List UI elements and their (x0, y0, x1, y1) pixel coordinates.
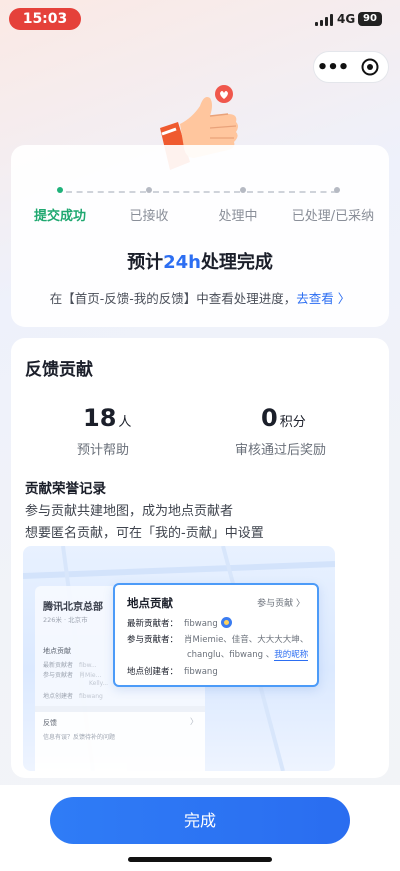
popup-latest-value: fibwang (184, 619, 218, 629)
eta-suffix: 处理完成 (200, 252, 273, 273)
mini-row-value: fibwang (79, 693, 103, 700)
network-type: 4G (337, 12, 356, 26)
step-dot-submitted (57, 187, 63, 193)
stat-points-label: 审核通过后奖励 (235, 443, 327, 458)
battery-icon: 90 (358, 12, 382, 26)
popup-participants-value2: changlu、fibwang 、 (187, 650, 275, 660)
stat-helped-unit: 人 (118, 415, 132, 430)
contribution-card: 反馈贡献 18 人 预计帮助 0 积分 审核通过后奖励 贡献荣誉记录 参与贡献共建地… (11, 338, 389, 778)
stat-points-number: 0 (261, 404, 278, 432)
popup-latest-key: 最新贡献者： (127, 619, 179, 629)
popup-participants-key: 参与贡献者： (127, 635, 179, 645)
mini-row: 参与贡献者 肖Mie... (43, 670, 101, 679)
mini-place-title: 腾讯北京总部 (43, 602, 103, 613)
mini-row-key: 最新贡献者 (43, 662, 74, 669)
eta-highlight: 24h (163, 252, 201, 273)
progress-line (153, 191, 240, 193)
step-dot-processing (240, 187, 246, 193)
step-label-processing: 处理中 (218, 209, 258, 224)
popup-my-nickname: 我的昵称 (274, 650, 309, 661)
mini-row: Kelly... (83, 680, 108, 687)
mini-feedback-sub: 信息有误？反馈待补的问题 (43, 734, 116, 741)
contribution-title: 反馈贡献 (25, 360, 93, 380)
stat-helped-label: 预计帮助 (77, 443, 130, 458)
mini-row-value: Kelly... (89, 680, 109, 687)
home-indicator[interactable] (128, 857, 272, 862)
done-button[interactable]: 完成 (50, 797, 350, 844)
view-progress-link[interactable]: 去查看 〉 (296, 291, 350, 306)
miniprogram-capsule: ••• (313, 51, 389, 83)
popup-title: 地点贡献 (127, 596, 173, 610)
mini-row: 最新贡献者 fibw... (43, 660, 97, 669)
mini-row-key: 参与贡献者 (43, 672, 74, 679)
popup-participants-row2: changlu、fibwang 、我的昵称 (187, 648, 309, 661)
status-time: 15:03 (9, 8, 81, 30)
mini-section-title: 地点贡献 (43, 647, 71, 655)
step-label-done: 已处理/已采纳 (291, 209, 375, 224)
progress-line (247, 191, 337, 193)
close-target-icon[interactable] (351, 51, 388, 83)
chevron-right-icon: 〉 (190, 717, 198, 726)
contribution-illustration: 腾讯北京总部 226米 · 北京市 地点贡献 最新贡献者 fibw... 参与贡献… (23, 546, 335, 771)
mini-row: 地点创建者 fibwang (43, 691, 103, 700)
step-label-received: 已接收 (129, 209, 169, 224)
step-dot-done (334, 187, 340, 193)
mini-row-value: fibw... (79, 662, 97, 669)
mini-row-value: 肖Mie... (79, 672, 102, 679)
eta-headline: 预计24h处理完成 (11, 248, 389, 274)
honor-title: 贡献荣誉记录 (25, 481, 106, 497)
avatar-icon (220, 617, 232, 628)
progress-hint-text: 在【首页-反馈-我的反馈】中查看处理进度， (49, 291, 297, 306)
progress-line (66, 191, 146, 193)
progress-hint: 在【首页-反馈-我的反馈】中查看处理进度，去查看 〉 (11, 288, 389, 307)
honor-desc-line: 想要匿名贡献，可在「我的-贡献」中设置 (25, 526, 264, 541)
stat-helped-value: 18 人 (83, 404, 131, 432)
signal-icon (315, 14, 335, 26)
stat-points-value: 0 积分 (261, 404, 306, 432)
popup-participants-value: 肖Miemie、佳音、大大大大坤、 (184, 635, 309, 645)
mini-row-key: 地点创建者 (43, 693, 74, 700)
popup-participate-link: 参与贡献 〉 (257, 599, 305, 609)
popup-participants-row: 参与贡献者： 肖Miemie、佳音、大大大大坤、 (127, 633, 308, 645)
stat-points-unit: 积分 (279, 415, 306, 430)
mini-feedback-title: 反馈 (43, 719, 57, 727)
popup-creator-key: 地点创建者： (127, 667, 179, 677)
mini-feedback-row: 反馈 信息有误？反馈待补的问题 〉 (35, 706, 205, 771)
stat-helped-number: 18 (83, 404, 117, 432)
more-icon[interactable]: ••• (314, 51, 351, 83)
popup-creator-value: fibwang (184, 667, 218, 677)
status-bar: 15:03 4G 90 (0, 0, 400, 38)
mini-place-sub: 226米 · 北京市 (43, 616, 88, 624)
popup-latest-row: 最新贡献者： fibwang (127, 617, 232, 629)
step-dot-received (146, 187, 152, 193)
honor-desc-line: 参与贡献共建地图，成为地点贡献者 (25, 504, 234, 519)
place-contribution-popup: 地点贡献 参与贡献 〉 最新贡献者： fibwang 参与贡献者： 肖Miemie、… (113, 583, 319, 687)
step-label-submitted: 提交成功 (33, 209, 86, 224)
popup-creator-row: 地点创建者： fibwang (127, 665, 218, 677)
status-card: 提交成功 已接收 处理中 已处理/已采纳 预计24h处理完成 在【首页-反馈-我… (11, 145, 389, 327)
eta-prefix: 预计 (127, 252, 164, 273)
